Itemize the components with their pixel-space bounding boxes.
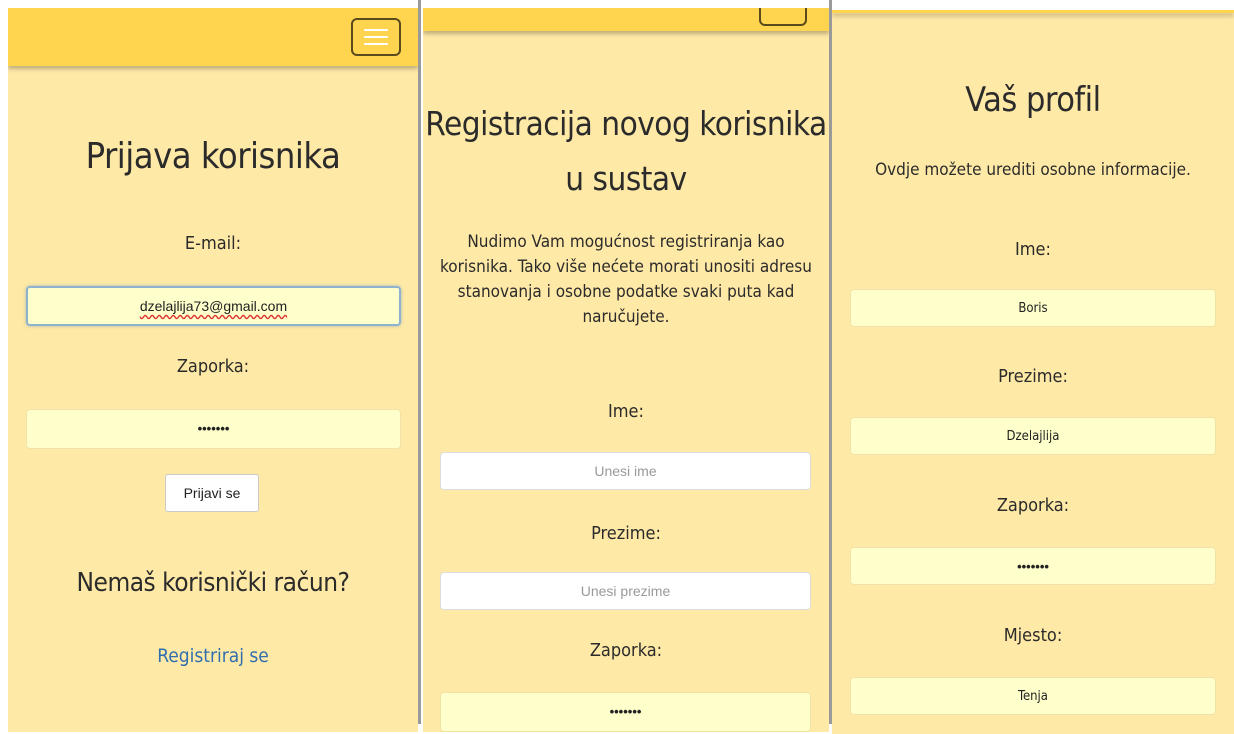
profile-header (832, 10, 1234, 13)
password-label: Zaporka: (589, 640, 663, 661)
last-name-value: Dzelajlija (1006, 429, 1060, 444)
first-name-placeholder: Unesi ime (594, 463, 657, 479)
no-account-text: Nemaš korisnički račun? (76, 568, 350, 598)
profile-title: Vaš profil (965, 80, 1101, 120)
login-button[interactable]: Prijavi se (165, 474, 259, 512)
city-input[interactable]: Tenja (850, 677, 1216, 715)
register-description: Nudimo Vam mogućnost registriranja kao k… (433, 230, 819, 330)
login-title: Prijava korisnika (85, 136, 341, 177)
divider (418, 0, 421, 724)
description-line: stanovanja i osobne podatke svaki puta k… (457, 282, 795, 302)
password-label: Zaporka: (176, 356, 250, 377)
register-header (423, 8, 829, 31)
password-value: ••••••• (197, 421, 230, 436)
email-label: E-mail: (184, 233, 242, 254)
email-value: dzelajlija73@gmail.com (139, 298, 288, 314)
last-name-label: Prezime: (998, 366, 1068, 387)
password-input[interactable]: ••••••• (26, 409, 401, 449)
register-title-line: Registracija novog korisnika (425, 104, 827, 143)
last-name-placeholder: Unesi prezime (580, 583, 671, 599)
city-value: Tenja (1018, 689, 1048, 704)
email-input[interactable]: dzelajlija73@gmail.com (26, 286, 401, 326)
first-name-label: Ime: (608, 401, 644, 422)
login-panel: Prijava korisnika E-mail: dzelajlija73@g… (8, 8, 418, 732)
profile-panel: Vaš profil Ovdje možete urediti osobne i… (832, 10, 1234, 734)
last-name-label: Prezime: (591, 523, 661, 544)
first-name-value: Boris (1018, 301, 1048, 316)
password-label: Zaporka: (996, 495, 1070, 516)
description-line: Nudimo Vam mogućnost registriranja kao (467, 232, 785, 252)
profile-subtitle: Ovdje možete urediti osobne informacije. (875, 160, 1191, 180)
last-name-input[interactable]: Dzelajlija (850, 417, 1216, 455)
register-title: Registracija novog korisnika u sustav (423, 96, 829, 206)
register-panel: Registracija novog korisnika u sustav Nu… (423, 8, 829, 732)
first-name-input[interactable]: Boris (850, 289, 1216, 327)
first-name-input[interactable]: Unesi ime (440, 452, 811, 490)
menu-icon[interactable] (759, 8, 807, 26)
password-input[interactable]: ••••••• (440, 692, 811, 732)
description-line: korisnika. Tako više nećete morati unosi… (440, 257, 812, 277)
register-title-line: u sustav (565, 159, 687, 198)
register-link[interactable]: Registriraj se (8, 645, 418, 667)
description-line: naručujete. (582, 307, 670, 327)
password-value: ••••••• (1017, 559, 1049, 574)
menu-icon[interactable] (351, 18, 401, 56)
last-name-input[interactable]: Unesi prezime (440, 572, 811, 610)
password-value: ••••••• (609, 704, 642, 719)
password-input[interactable]: ••••••• (850, 547, 1216, 585)
first-name-label: Ime: (1015, 239, 1051, 260)
city-label: Mjesto: (1003, 625, 1063, 646)
login-header (8, 8, 418, 66)
